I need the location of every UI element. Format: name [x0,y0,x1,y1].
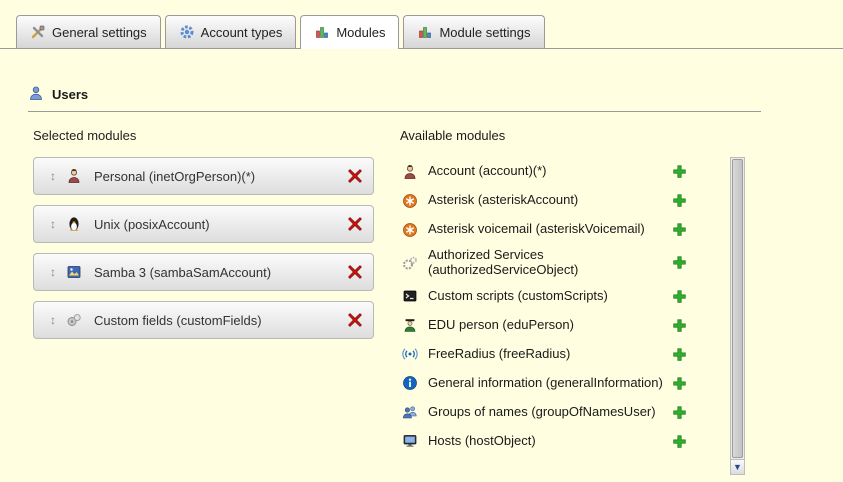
delete-icon[interactable] [347,216,363,232]
available-module-label: Groups of names (groupOfNamesUser) [428,405,672,420]
tab-bar: General settings Account types Modules [0,0,843,49]
asterisk-icon [402,193,418,209]
add-icon[interactable] [672,289,687,304]
info-icon [402,375,418,391]
add-icon[interactable] [672,347,687,362]
selected-module-row[interactable]: ↕ Personal (inetOrgPerson)(*) [33,157,374,195]
custom-fields-icon [66,312,82,328]
selected-modules-heading: Selected modules [33,128,374,143]
available-module-label: FreeRadius (freeRadius) [428,347,672,362]
selected-module-row[interactable]: ↕ Samba 3 (sambaSamAccount) [33,253,374,291]
available-module-row: Authorized Services (authorizedServiceOb… [400,244,730,282]
tab-modules[interactable]: Modules [300,15,399,49]
available-module-row: Asterisk voicemail (asteriskVoicemail) [400,215,730,244]
available-module-label: Custom scripts (customScripts) [428,289,672,304]
edu-person-icon [402,317,418,333]
tools-icon [30,24,46,40]
selected-module-row[interactable]: ↕ Custom fields (customFields) [33,301,374,339]
available-module-label: Asterisk (asteriskAccount) [428,193,672,208]
available-module-label: Authorized Services (authorizedServiceOb… [428,248,672,278]
add-icon[interactable] [672,318,687,333]
tab-label: Modules [336,25,385,40]
section-divider [28,111,761,112]
drag-handle-icon[interactable]: ↕ [44,169,62,183]
tab-label: Module settings [439,25,530,40]
available-module-label: Hosts (hostObject) [428,434,672,449]
account-icon [402,164,418,180]
section-title: Users [52,87,88,102]
add-icon[interactable] [672,193,687,208]
hosts-icon [402,433,418,449]
available-module-row: Custom scripts (customScripts) [400,282,730,311]
selected-module-label: Custom fields (customFields) [94,313,347,328]
scrollbar-thumb[interactable] [732,159,743,458]
selected-modules-list: ↕ Personal (inetOrgPerson)(*) [33,157,374,339]
users-section-heading: Users [28,85,815,104]
delete-icon[interactable] [347,264,363,280]
selected-module-label: Unix (posixAccount) [94,217,347,232]
add-icon[interactable] [672,434,687,449]
available-module-row: Hosts (hostObject) [400,427,730,456]
drag-handle-icon[interactable]: ↕ [44,265,62,279]
drag-handle-icon[interactable]: ↕ [44,313,62,327]
available-modules-scrollbar[interactable]: ▼ [730,157,745,475]
available-modules-list: Account (account)(*) [400,157,730,475]
chart-icon [314,24,330,40]
samba-icon [66,264,82,280]
available-module-row: EDU person (eduPerson) [400,311,730,340]
available-module-label: Account (account)(*) [428,164,672,179]
tab-label: Account types [201,25,283,40]
chart-icon [417,24,433,40]
gear-icon [179,24,195,40]
delete-icon[interactable] [347,312,363,328]
groups-icon [402,404,418,420]
tab-general-settings[interactable]: General settings [16,15,161,48]
tab-label: General settings [52,25,147,40]
tab-module-settings[interactable]: Module settings [403,15,544,48]
selected-module-label: Samba 3 (sambaSamAccount) [94,265,347,280]
asterisk-voicemail-icon [402,222,418,238]
user-icon [28,85,44,104]
available-module-label: General information (generalInformation) [428,376,672,391]
available-module-row: Groups of names (groupOfNamesUser) [400,398,730,427]
available-module-row: General information (generalInformation) [400,369,730,398]
selected-modules-column: Selected modules ↕ Personal (inetOrgPers… [28,128,374,475]
available-module-row: FreeRadius (freeRadius) [400,340,730,369]
add-icon[interactable] [672,222,687,237]
scroll-down-button[interactable]: ▼ [731,459,744,474]
custom-scripts-icon [402,288,418,304]
unix-tux-icon [66,216,82,232]
selected-module-label: Personal (inetOrgPerson)(*) [94,169,347,184]
available-module-row: Asterisk (asteriskAccount) [400,186,730,215]
available-module-row: Account (account)(*) [400,157,730,186]
delete-icon[interactable] [347,168,363,184]
selected-module-row[interactable]: ↕ Unix (posixAccount) [33,205,374,243]
add-icon[interactable] [672,376,687,391]
add-icon[interactable] [672,164,687,179]
drag-handle-icon[interactable]: ↕ [44,217,62,231]
available-module-label: EDU person (eduPerson) [428,318,672,333]
add-icon[interactable] [672,405,687,420]
add-icon[interactable] [672,255,687,270]
authorized-services-icon [402,255,418,271]
tab-account-types[interactable]: Account types [165,15,297,48]
available-modules-heading: Available modules [400,128,745,143]
freeradius-icon [402,346,418,362]
available-module-label: Asterisk voicemail (asteriskVoicemail) [428,222,672,237]
personal-icon [66,168,82,184]
available-modules-column: Available modules Account (account)(*) [400,128,745,475]
